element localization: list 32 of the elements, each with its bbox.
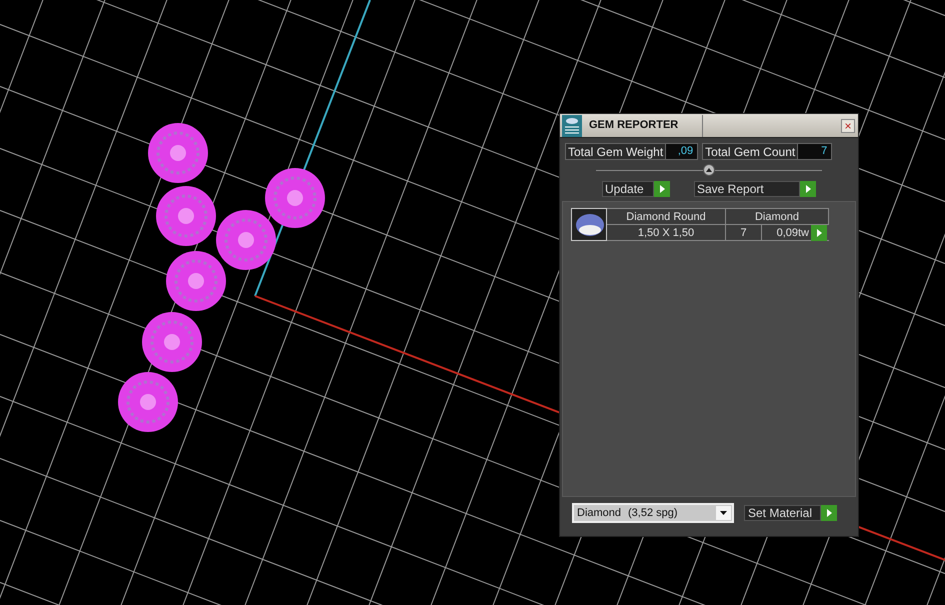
- gem-weight-cell: 0,09tw: [762, 225, 811, 240]
- gem-size-cell: 1,50 X 1,50: [607, 225, 726, 240]
- action-button[interactable]: Update: [602, 181, 654, 197]
- collapse-button[interactable]: [703, 164, 715, 176]
- gem-drawing: [142, 312, 202, 372]
- gem-drawing: [166, 251, 226, 311]
- gem-drawing: [148, 123, 208, 183]
- total-value: 7: [797, 144, 832, 159]
- material-density: (3,52 spg): [628, 506, 679, 521]
- chevron-up-icon: [706, 168, 712, 172]
- gem-name-cell: Diamond Round: [607, 209, 726, 224]
- total-label: Total Gem Weight: [567, 144, 664, 160]
- play-icon[interactable]: [821, 505, 837, 521]
- gem-drawing: [156, 186, 216, 246]
- gem-count-cell: 7: [726, 225, 762, 240]
- material-name: Diamond: [577, 506, 622, 521]
- material-dropdown[interactable]: Diamond (3,52 spg): [572, 503, 734, 523]
- gem-material-cell: Diamond: [726, 209, 829, 224]
- play-icon[interactable]: [654, 181, 670, 197]
- close-button[interactable]: ×: [841, 118, 855, 132]
- set-material-button[interactable]: Set Material: [744, 505, 821, 521]
- window-title: GEM REPORTER: [589, 118, 680, 134]
- action-button[interactable]: Save Report: [694, 181, 800, 197]
- play-icon[interactable]: [811, 225, 827, 241]
- report-icon: [562, 114, 582, 136]
- gem-drawing: [216, 210, 276, 270]
- total-value: ,09: [665, 144, 698, 159]
- gem-drawing: [118, 372, 178, 432]
- total-label: Total Gem Count: [704, 144, 796, 160]
- gem-drawing: [265, 168, 325, 228]
- gem-thumbnail-icon: [571, 208, 607, 241]
- play-icon[interactable]: [800, 181, 816, 197]
